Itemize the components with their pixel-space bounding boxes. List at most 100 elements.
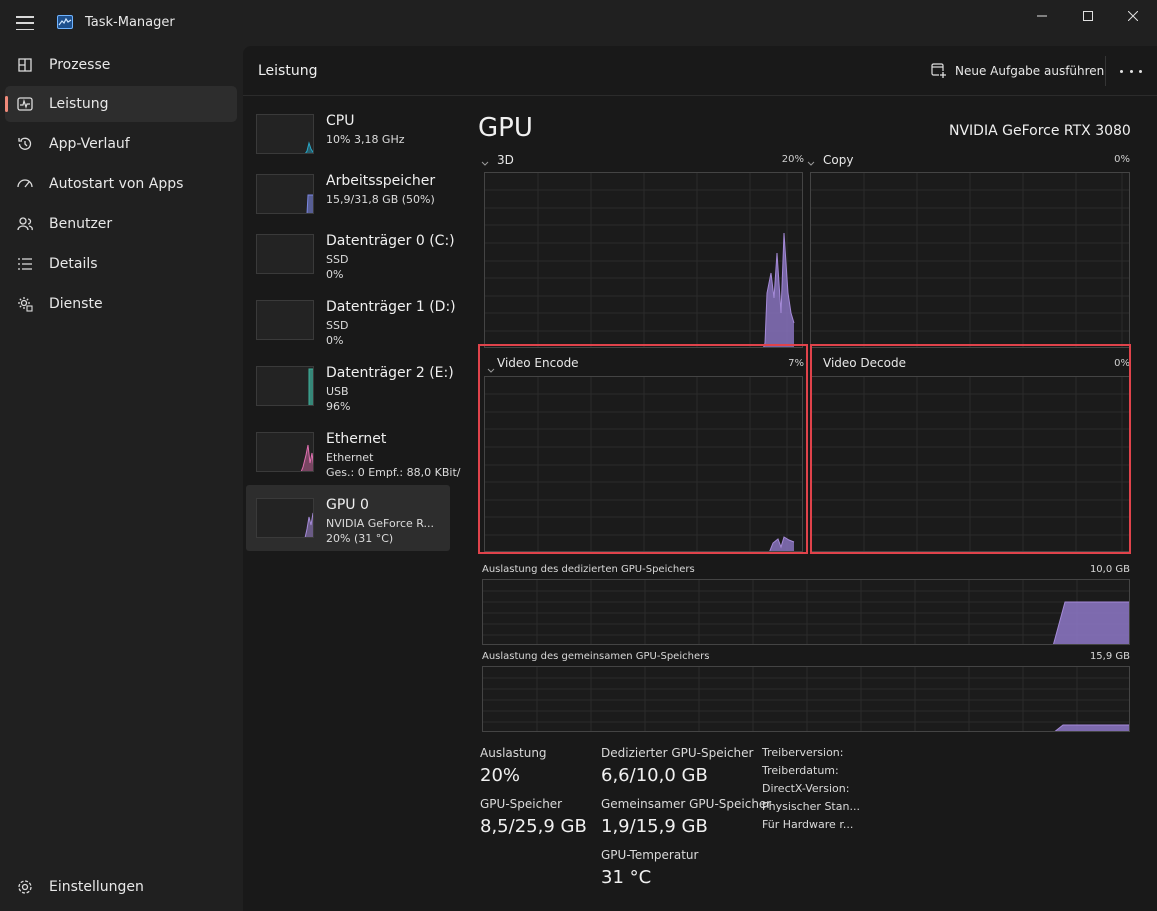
- device-thumbnail: [256, 366, 314, 406]
- device-item-disk-1[interactable]: Datenträger 1 (D:) SSD 0%: [246, 287, 456, 353]
- device-name: Datenträger 0 (C:): [326, 233, 455, 249]
- details-icon: [18, 258, 32, 270]
- menu-icon[interactable]: [16, 16, 34, 30]
- sidebar-item-label: App-Verlauf: [49, 136, 130, 152]
- sidebar-item-settings[interactable]: Einstellungen: [5, 869, 237, 905]
- sidebar-item-details[interactable]: Details: [5, 246, 237, 282]
- device-name: GPU 0: [326, 497, 369, 513]
- close-icon: [1128, 11, 1138, 21]
- engine-graph-copy: [810, 172, 1130, 348]
- dedicated-memory-graph-max: 10,0 GB: [1089, 564, 1130, 575]
- page-header: Leistung Neue Aufgabe ausführen: [243, 46, 1157, 96]
- chevron-down-icon[interactable]: [481, 153, 489, 166]
- device-thumbnail: [256, 498, 314, 538]
- minimize-button[interactable]: [1019, 0, 1065, 32]
- minimize-icon: [1037, 15, 1047, 17]
- gear-icon: [18, 880, 32, 894]
- new-task-button[interactable]: Neue Aufgabe ausführen: [931, 60, 1104, 82]
- device-list: CPU 10% 3,18 GHz Arbeitsspeicher 15,9/31…: [243, 101, 460, 621]
- gpu-memory-value: 8,5/25,9 GB: [480, 816, 587, 837]
- task-manager-app-icon: [57, 15, 73, 29]
- device-item-memory[interactable]: Arbeitsspeicher 15,9/31,8 GB (50%): [246, 161, 450, 227]
- device-thumbnail: [256, 174, 314, 214]
- dedicated-memory-graph: [482, 579, 1130, 645]
- device-item-disk-2[interactable]: Datenträger 2 (E:) USB 96%: [246, 353, 454, 419]
- sidebar-item-label: Autostart von Apps: [49, 176, 184, 192]
- device-item-gpu-0[interactable]: GPU 0 NVIDIA GeForce R... 20% (31 °C): [246, 485, 450, 551]
- gpu-temperature-label: GPU-Temperatur: [601, 848, 699, 862]
- new-task-label: Neue Aufgabe ausführen: [955, 64, 1105, 78]
- shared-memory-label: Gemeinsamer GPU-Speicher: [601, 797, 772, 811]
- gpu-temperature-value: 31 °C: [601, 867, 652, 888]
- sidebar-item-startup-apps[interactable]: Autostart von Apps: [5, 166, 237, 202]
- main-panel: Leistung Neue Aufgabe ausführen CPU 10% …: [243, 46, 1157, 911]
- sidebar-item-label: Benutzer: [49, 216, 113, 232]
- dedicated-memory-value: 6,6/10,0 GB: [601, 765, 708, 786]
- performance-icon: [17, 97, 33, 111]
- device-thumbnail: [256, 432, 314, 472]
- sidebar-item-label: Leistung: [49, 96, 109, 112]
- sidebar-item-processes[interactable]: Prozesse: [5, 47, 237, 83]
- title-bar: Task-Manager: [0, 0, 1157, 46]
- engine-percent-copy: 0%: [1114, 154, 1130, 165]
- device-name: Datenträger 1 (D:): [326, 299, 456, 315]
- shared-memory-graph-max: 15,9 GB: [1089, 651, 1130, 662]
- sidebar-item-users[interactable]: Benutzer: [5, 206, 237, 242]
- device-thumbnail: [256, 234, 314, 274]
- highlight-box-video-encode: [478, 344, 808, 554]
- utilization-value: 20%: [480, 765, 521, 786]
- engine-label-copy: Copy: [823, 153, 854, 167]
- device-name: Ethernet: [326, 431, 387, 447]
- sidebar-item-services[interactable]: Dienste: [5, 286, 237, 322]
- shared-memory-graph-label: Auslastung des gemeinsamen GPU-Speichers: [482, 651, 710, 662]
- history-icon: [18, 137, 32, 150]
- directx-version-label: DirectX-Version:: [762, 782, 850, 795]
- driver-date-label: Treiberdatum:: [762, 764, 839, 777]
- dedicated-memory-graph-label: Auslastung des dedizierten GPU-Speichers: [482, 564, 695, 575]
- device-detail: Ges.: 0 Empf.: 88,0 KBit/: [326, 466, 461, 479]
- device-thumbnail: [256, 300, 314, 340]
- device-item-disk-0[interactable]: Datenträger 0 (C:) SSD 0%: [246, 221, 455, 287]
- shared-memory-graph: [482, 666, 1130, 732]
- sidebar-item-performance[interactable]: Leistung: [5, 86, 237, 122]
- chevron-down-icon[interactable]: [807, 153, 815, 166]
- maximize-button[interactable]: [1065, 0, 1111, 32]
- device-detail: 0%: [326, 268, 344, 281]
- device-detail: SSD: [326, 253, 349, 266]
- gpu-memory-label: GPU-Speicher: [480, 797, 563, 811]
- device-detail: 0%: [326, 334, 344, 347]
- active-indicator: [5, 96, 8, 112]
- highlight-box-video-decode: [810, 344, 1131, 554]
- more-options-button[interactable]: [1120, 62, 1142, 80]
- device-detail: 15,9/31,8 GB (50%): [326, 193, 435, 206]
- device-detail: USB: [326, 385, 349, 398]
- close-button[interactable]: [1110, 0, 1156, 32]
- dedicated-memory-label: Dedizierter GPU-Speicher: [601, 746, 754, 760]
- device-thumbnail: [256, 114, 314, 154]
- sidebar: Prozesse Leistung App-Verlauf Autostart …: [0, 46, 243, 911]
- device-item-cpu[interactable]: CPU 10% 3,18 GHz: [246, 101, 450, 167]
- sidebar-item-label: Prozesse: [49, 57, 111, 73]
- sidebar-item-label: Einstellungen: [49, 879, 144, 895]
- device-name: Datenträger 2 (E:): [326, 365, 454, 381]
- engine-label-3d: 3D: [497, 153, 514, 167]
- device-detail: Ethernet: [326, 451, 374, 464]
- sidebar-item-label: Dienste: [49, 296, 103, 312]
- sidebar-item-label: Details: [49, 256, 98, 272]
- gpu-model-name: NVIDIA GeForce RTX 3080: [949, 123, 1131, 139]
- driver-version-label: Treiberversion:: [762, 746, 844, 759]
- sidebar-item-app-history[interactable]: App-Verlauf: [5, 126, 237, 162]
- device-detail: 96%: [326, 400, 351, 413]
- device-detail: 20% (31 °C): [326, 532, 394, 545]
- hardware-reserved-label: Für Hardware r...: [762, 818, 854, 831]
- startup-icon: [17, 179, 33, 188]
- header-divider: [1105, 56, 1106, 86]
- device-detail: 10% 3,18 GHz: [326, 133, 405, 146]
- gpu-title: GPU: [478, 113, 533, 143]
- new-task-icon: [931, 63, 947, 79]
- device-name: CPU: [326, 113, 355, 129]
- page-title: Leistung: [258, 63, 318, 79]
- physical-location-label: Physischer Stan...: [762, 800, 860, 813]
- device-item-ethernet[interactable]: Ethernet Ethernet Ges.: 0 Empf.: 88,0 KB…: [246, 419, 460, 485]
- engine-graph-3d: [484, 172, 803, 348]
